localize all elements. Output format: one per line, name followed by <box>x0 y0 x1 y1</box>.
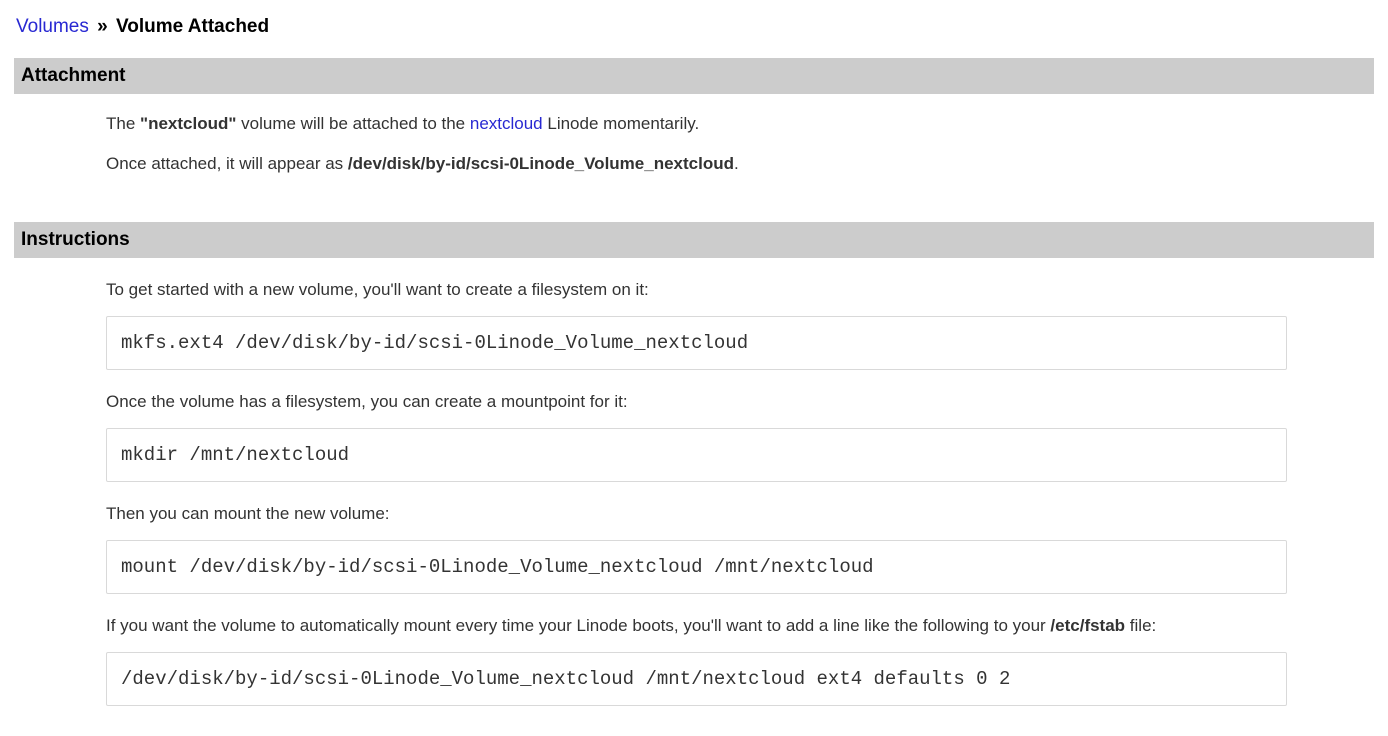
step-create-filesystem-text: To get started with a new volume, you'll… <box>106 280 1287 300</box>
mount-command-code-block: mount /dev/disk/by-id/scsi-0Linode_Volum… <box>106 540 1287 594</box>
attachment-device-path-text: Once attached, it will appear as /dev/di… <box>106 154 1287 174</box>
fstab-line-code-block: /dev/disk/by-id/scsi-0Linode_Volume_next… <box>106 652 1287 706</box>
step-create-mountpoint-text: Once the volume has a filesystem, you ca… <box>106 392 1287 412</box>
text-segment: file: <box>1125 616 1156 635</box>
text-segment: Linode momentarily. <box>543 114 700 133</box>
text-segment: Once attached, it will appear as <box>106 154 348 173</box>
breadcrumb-volumes-link[interactable]: Volumes <box>16 16 89 37</box>
attachment-section-body: The "nextcloud" volume will be attached … <box>106 114 1287 174</box>
fstab-path-text: /etc/fstab <box>1050 616 1125 635</box>
step-mount-volume-text: Then you can mount the new volume: <box>106 504 1287 524</box>
volume-attached-page: Volumes » Volume Attached Attachment The… <box>0 0 1388 706</box>
linode-link[interactable]: nextcloud <box>470 114 543 133</box>
text-segment: If you want the volume to automatically … <box>106 616 1050 635</box>
text-segment: The <box>106 114 140 133</box>
mkfs-command-code-block: mkfs.ext4 /dev/disk/by-id/scsi-0Linode_V… <box>106 316 1287 370</box>
mkdir-command-code-block: mkdir /mnt/nextcloud <box>106 428 1287 482</box>
text-segment: . <box>734 154 739 173</box>
breadcrumb-current-page: Volume Attached <box>116 16 269 37</box>
attachment-status-text: The "nextcloud" volume will be attached … <box>106 114 1287 134</box>
attachment-section-header: Attachment <box>14 58 1374 94</box>
breadcrumb: Volumes » Volume Attached <box>16 16 1372 38</box>
device-path-text: /dev/disk/by-id/scsi-0Linode_Volume_next… <box>348 154 734 173</box>
instructions-section-body: To get started with a new volume, you'll… <box>106 280 1287 706</box>
volume-name-text: "nextcloud" <box>140 114 236 133</box>
step-fstab-text: If you want the volume to automatically … <box>106 616 1287 636</box>
instructions-section-header: Instructions <box>14 222 1374 258</box>
text-segment: volume will be attached to the <box>236 114 469 133</box>
breadcrumb-separator: » <box>97 16 108 37</box>
